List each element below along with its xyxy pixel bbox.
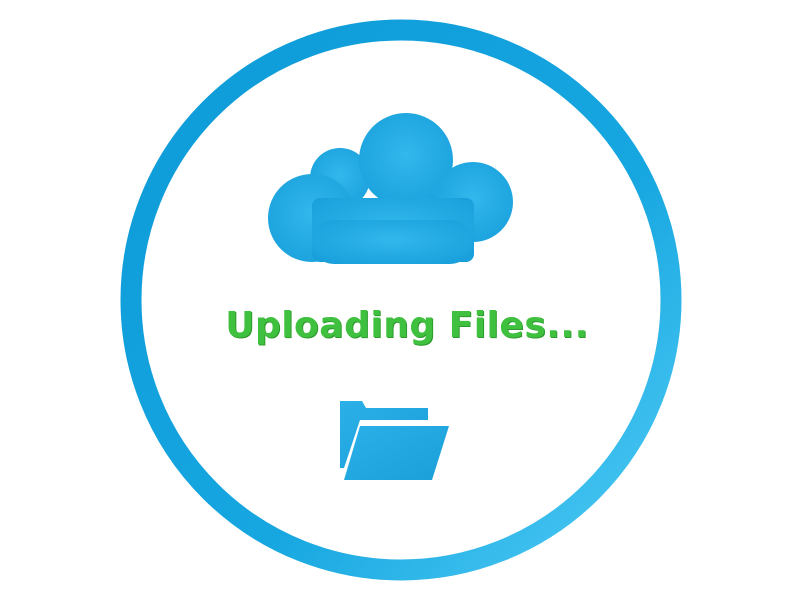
cloud-icon [268, 113, 513, 264]
uploading-status-text: Uploading Files... [225, 305, 589, 346]
upload-status-screen: Uploading Files... [0, 0, 800, 600]
open-folder-icon [340, 401, 449, 480]
